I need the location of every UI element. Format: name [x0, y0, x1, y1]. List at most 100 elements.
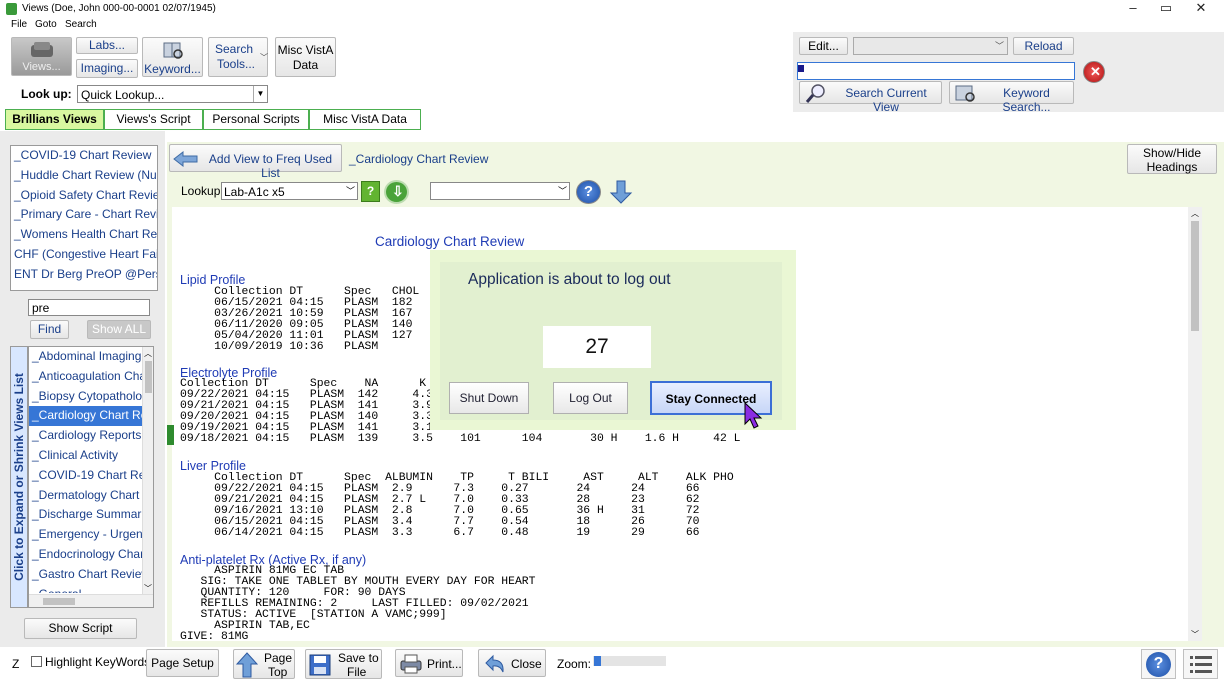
imaging-button[interactable]: Imaging...: [76, 59, 138, 78]
maximize-button[interactable]: ▭: [1151, 0, 1181, 18]
list-item[interactable]: _Emergency - Urgent: [29, 525, 143, 545]
search-current-view-button[interactable]: Search Current View: [799, 81, 942, 114]
search-tools-button[interactable]: Search Tools... ﹀: [208, 37, 268, 77]
lipid-line: 10/09/2019 10:36 PLASM: [180, 341, 379, 353]
list-item[interactable]: _Discharge Summaries: [29, 505, 143, 525]
list-item[interactable]: _COVID-19 Chart Review: [11, 146, 157, 166]
print-button[interactable]: Print...: [395, 649, 463, 677]
scroll-thumb[interactable]: [1191, 221, 1199, 331]
menu-bar: File Goto Search: [0, 18, 1224, 32]
labs-button[interactable]: Labs...: [76, 37, 138, 54]
horizontal-scrollbar[interactable]: [29, 594, 153, 607]
list-item[interactable]: _Cardiology Reports: [29, 426, 143, 446]
list-item[interactable]: _Clinical Activity: [29, 446, 143, 466]
list-item[interactable]: _Abdominal Imaging (: [29, 347, 143, 367]
menu-list-button[interactable]: [1183, 649, 1218, 679]
list-item[interactable]: _Endocrinology Chart F: [29, 545, 143, 565]
edit-select[interactable]: ﹀: [853, 37, 1008, 55]
magnifier-icon: [805, 84, 825, 103]
countdown-display: 27: [543, 326, 651, 368]
z-label: Z: [12, 657, 20, 671]
book-icon: [163, 42, 183, 59]
minimize-button[interactable]: –: [1118, 0, 1148, 18]
lipid-heading: Lipid Profile: [180, 273, 246, 287]
close-window-button[interactable]: ✕: [1186, 0, 1216, 18]
list-item[interactable]: CHF (Congestive Heart Fail C: [11, 245, 157, 265]
tab-personal-scripts[interactable]: Personal Scripts: [203, 109, 309, 130]
edit-button[interactable]: Edit...: [799, 37, 848, 55]
search-input[interactable]: [797, 62, 1075, 80]
menu-goto[interactable]: Goto: [35, 19, 57, 30]
zoom-thumb[interactable]: [594, 656, 601, 666]
arrow-left-icon: [173, 151, 198, 167]
reload-button[interactable]: Reload: [1013, 37, 1074, 55]
show-script-button[interactable]: Show Script: [24, 618, 137, 639]
show-all-button[interactable]: Show ALL: [87, 320, 151, 339]
shut-down-button[interactable]: Shut Down: [449, 382, 529, 414]
main-lookup-select[interactable]: Lab-A1c x5 ﹀: [221, 182, 358, 200]
log-out-button[interactable]: Log Out: [553, 382, 628, 414]
misc-vista-button[interactable]: Misc VistA Data: [275, 37, 336, 77]
help-icon: ?: [1146, 652, 1171, 677]
list-item[interactable]: _Biopsy Cytopathology: [29, 387, 143, 407]
quick-lookup-select[interactable]: Quick Lookup... ▼: [77, 85, 268, 103]
scroll-up-icon: ︿: [144, 349, 152, 358]
scroll-thumb[interactable]: [145, 361, 152, 393]
list-item[interactable]: _Womens Health Chart Revie: [11, 225, 157, 245]
list-icon: [1190, 656, 1212, 673]
views-list: _Abdominal Imaging ( _Anticoagulation Ch…: [28, 346, 154, 608]
list-item[interactable]: _Huddle Chart Review (Nursi: [11, 166, 157, 186]
liver-heading: Liver Profile: [180, 459, 246, 473]
menu-file[interactable]: File: [11, 19, 27, 30]
list-item[interactable]: _Anticoagulation Chart: [29, 367, 143, 387]
page-setup-button[interactable]: Page Setup: [146, 649, 219, 677]
arrow-down-button[interactable]: [608, 180, 634, 204]
download-button[interactable]: ⇩: [384, 180, 409, 204]
menu-search[interactable]: Search: [65, 19, 97, 30]
expand-views-list-toggle[interactable]: Click to Expand or Shrink Views List: [10, 346, 28, 608]
page-top-button[interactable]: Page Top: [233, 649, 295, 679]
help-lookup-button[interactable]: ?: [361, 181, 380, 202]
add-view-freq-button[interactable]: Add View to Freq Used List: [169, 144, 342, 180]
dropdown-arrow-icon: ▼: [253, 86, 267, 102]
bottom-bar: Z Highlight KeyWords Page Setup Page Top…: [0, 647, 1224, 682]
secondary-select[interactable]: ﹀: [430, 182, 570, 200]
favorite-views-list: _COVID-19 Chart Review _Huddle Chart Rev…: [10, 145, 158, 291]
book-icon: [955, 85, 975, 102]
list-item[interactable]: _Gastro Chart Review: [29, 565, 143, 585]
close-button[interactable]: Close: [478, 649, 546, 677]
x-icon: ✕: [1090, 64, 1101, 79]
tab-views-script[interactable]: Views's Script: [104, 109, 203, 130]
help-bottom-button[interactable]: ?: [1141, 649, 1176, 679]
highlight-checkbox[interactable]: [31, 656, 42, 667]
list-item[interactable]: _General ...: [29, 585, 143, 593]
list-item-selected[interactable]: _Cardiology Chart Rev: [29, 406, 143, 427]
vertical-scrollbar[interactable]: ︿ ﹀: [142, 347, 153, 595]
tab-brillians-views[interactable]: Brillians Views: [5, 109, 104, 130]
keyword-button[interactable]: Keyword...: [142, 37, 203, 77]
arrow-up-icon: [236, 652, 258, 678]
tab-misc-vista-data[interactable]: Misc VistA Data: [309, 109, 421, 130]
scroll-thumb[interactable]: [43, 598, 75, 605]
chevron-down-icon: ﹀: [260, 53, 268, 62]
chevron-down-icon: ﹀: [557, 186, 567, 196]
electrolyte-line: 09/18/2021 04:15 PLASM 139 3.5 101 104 3…: [180, 433, 741, 445]
zoom-slider[interactable]: [593, 656, 666, 666]
list-item[interactable]: ENT Dr Berg PreOP @Persor: [11, 265, 157, 285]
undo-arrow-icon: [485, 654, 504, 673]
list-item[interactable]: _COVID-19 Chart Rev: [29, 466, 143, 486]
list-item[interactable]: _Opioid Safety Chart Review: [11, 186, 157, 206]
arrow-down-icon: ⇩: [392, 183, 404, 199]
help-button[interactable]: ?: [576, 180, 601, 204]
save-to-file-button[interactable]: Save to File: [305, 649, 382, 679]
keyword-search-button[interactable]: Keyword Search...: [949, 81, 1074, 114]
report-scrollbar[interactable]: ︿ ﹀: [1188, 207, 1202, 641]
views-button[interactable]: Views...: [11, 37, 72, 76]
filter-input[interactable]: [28, 299, 150, 316]
clear-search-button[interactable]: ✕: [1083, 61, 1105, 83]
list-item[interactable]: _Dermatology Chart R: [29, 486, 143, 506]
find-button[interactable]: Find: [30, 320, 69, 339]
show-hide-headings-button[interactable]: Show/Hide Headings: [1127, 144, 1217, 174]
views-icon: [31, 42, 53, 57]
list-item[interactable]: _Primary Care - Chart Review: [11, 205, 157, 225]
